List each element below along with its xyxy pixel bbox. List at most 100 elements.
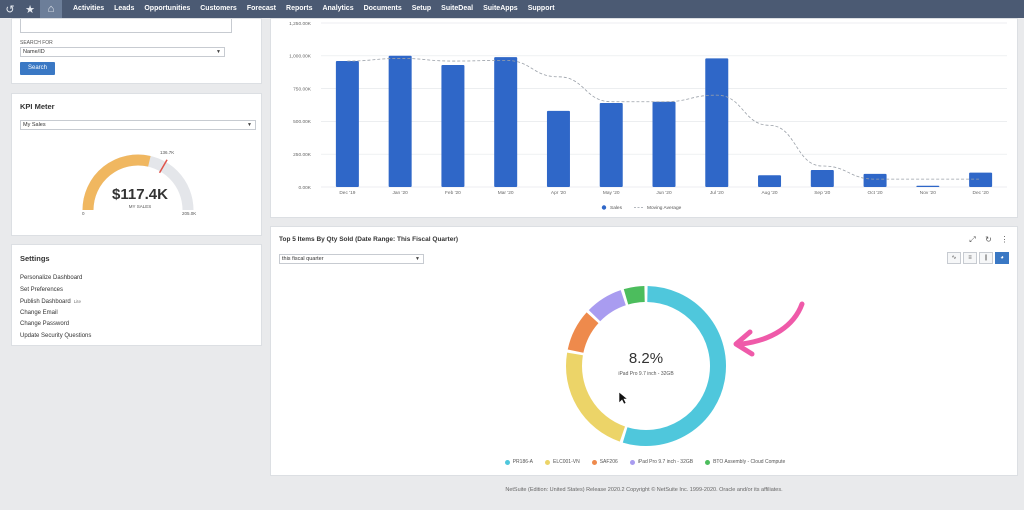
kpi-select[interactable]: My Sales ▼	[20, 120, 256, 130]
refresh-icon[interactable]: ↻	[984, 235, 993, 245]
bar-chart-icon[interactable]: ❙	[979, 252, 993, 264]
nav-item-forecast[interactable]: Forecast	[242, 0, 281, 18]
chevron-down-icon: ▼	[216, 49, 221, 55]
legend-label: SAF206	[599, 459, 618, 465]
settings-link[interactable]: Publish Dashboard Lite	[20, 296, 91, 308]
pink-arrow-annotation-icon	[733, 301, 805, 357]
legend-label: BTO Assembly - Cloud Compute	[713, 459, 786, 465]
y-tick-label: 1,000.00K	[289, 54, 312, 60]
nav-item-reports[interactable]: Reports	[281, 0, 317, 18]
sales-bar[interactable]	[652, 101, 676, 187]
donut-legend-item[interactable]: SAF206	[591, 459, 618, 465]
settings-portlet: Settings Personalize Dashboard Set Prefer…	[11, 244, 262, 346]
legend-dot	[629, 459, 635, 465]
x-tick-label: Dec '20	[973, 190, 989, 196]
donut-slice[interactable]	[623, 286, 645, 305]
search-for-label: SEARCH FOR	[20, 40, 53, 46]
global-search-input[interactable]	[20, 19, 232, 33]
legend-dot	[504, 459, 510, 465]
gauge-value: $117.4K	[112, 186, 168, 203]
legend-label: ELC001-VN	[553, 459, 580, 465]
x-tick-label: May '20	[603, 190, 620, 196]
sales-bar[interactable]	[441, 64, 465, 187]
donut-center-item: iPad Pro 9.7 inch - 32GB	[618, 371, 674, 377]
nav-item-opportunities[interactable]: Opportunities	[139, 0, 195, 18]
x-tick-label: Jul '20	[710, 190, 724, 196]
y-tick-label: 0.00K	[298, 185, 311, 191]
y-tick-label: 500.00K	[293, 119, 312, 125]
more-menu-icon[interactable]: ⋮	[1000, 235, 1009, 245]
chevron-down-icon: ▼	[247, 122, 252, 128]
donut-slice[interactable]	[567, 312, 599, 354]
settings-links: Personalize Dashboard Set Preferences Publ…	[20, 273, 91, 343]
donut-legend-item[interactable]: PR186-A	[504, 459, 533, 465]
x-tick-label: Jan '20	[392, 190, 408, 196]
donut-legend-item[interactable]: iPad Pro 9.7 inch - 32GB	[629, 459, 693, 465]
top5-title: Top 5 Items By Qty Sold (Date Range: Thi…	[279, 236, 459, 243]
sales-bar[interactable]	[863, 173, 887, 187]
settings-link-label: Set Preferences	[20, 286, 64, 293]
legend-ma-label: Moving Average	[647, 205, 682, 211]
settings-link[interactable]: Change Email	[20, 308, 91, 320]
line-chart-icon[interactable]: ∿	[947, 252, 961, 264]
kpi-meter-portlet: KPI Meter My Sales ▼ 136.7K $117.4K MY S…	[11, 93, 262, 236]
sales-bar[interactable]	[758, 175, 782, 187]
star-icon[interactable]: ★	[20, 0, 40, 18]
x-tick-label: Oct '20	[868, 190, 883, 196]
settings-link[interactable]: Personalize Dashboard	[20, 273, 91, 285]
search-portlet: SEARCH FOR Name/ID ▼ Search	[11, 18, 262, 84]
sales-bar[interactable]	[599, 103, 623, 187]
nav-menu: Activities Leads Opportunities Customers For…	[68, 0, 560, 18]
x-tick-label: Aug '20	[761, 190, 777, 196]
date-range-select[interactable]: this fiscal quarter ▼	[279, 254, 424, 264]
nav-item-customers[interactable]: Customers	[195, 0, 242, 18]
nav-item-documents[interactable]: Documents	[359, 0, 407, 18]
settings-link[interactable]: Set Preferences	[20, 285, 91, 297]
search-button[interactable]: Search	[20, 62, 55, 75]
nav-item-analytics[interactable]: Analytics	[317, 0, 358, 18]
sales-bar[interactable]	[546, 110, 570, 187]
sales-bar[interactable]	[969, 172, 993, 187]
top5-items-portlet: Top 5 Items By Qty Sold (Date Range: Thi…	[270, 226, 1018, 476]
settings-link[interactable]: Change Password	[20, 319, 91, 331]
pie-chart-icon[interactable]: ◕	[995, 252, 1009, 264]
nav-item-leads[interactable]: Leads	[109, 0, 139, 18]
donut-legend-item[interactable]: BTO Assembly - Cloud Compute	[705, 459, 785, 465]
search-for-select[interactable]: Name/ID ▼	[20, 47, 225, 57]
home-icon[interactable]: ⌂	[40, 0, 62, 18]
donut-slice[interactable]	[588, 290, 627, 322]
settings-link[interactable]: Update Security Questions	[20, 331, 91, 343]
gauge-max-label: 205.0K	[182, 211, 197, 216]
settings-title: Settings	[20, 254, 50, 263]
x-tick-label: Sep '20	[814, 190, 830, 196]
legend-dot	[545, 459, 551, 465]
sales-bar[interactable]	[335, 61, 359, 187]
sales-bar[interactable]	[494, 57, 518, 187]
chart-type-switcher: ∿ ≡ ❙ ◕	[947, 252, 1009, 264]
gauge-sub-label: MY SALES	[128, 204, 152, 209]
nav-item-suitedeal[interactable]: SuiteDeal	[436, 0, 478, 18]
nav-item-activities[interactable]: Activities	[68, 0, 109, 18]
top-nav: ↺ ★ ⌂ Activities Leads Opportunities Custom…	[0, 0, 1024, 18]
nav-item-support[interactable]: Support	[523, 0, 560, 18]
sales-bar[interactable]	[388, 55, 412, 187]
date-range-value: this fiscal quarter	[282, 256, 324, 262]
sales-bar[interactable]	[705, 58, 729, 188]
expand-icon[interactable]: ⤢	[968, 235, 977, 245]
donut-legend-item[interactable]: ELC001-VN	[545, 459, 580, 465]
settings-link-label: Personalize Dashboard	[20, 275, 83, 281]
horizontal-bar-chart-icon[interactable]: ≡	[963, 252, 977, 264]
mouse-cursor-icon	[618, 391, 628, 405]
sales-bar-chart: 0.00K 250.00K 500.00K 750.00K 1,000.00K 1,250…	[289, 21, 1007, 211]
settings-link-label: Publish Dashboard	[20, 299, 71, 306]
x-tick-label: Nov '20	[920, 190, 936, 196]
gauge-target-label: 136.7K	[160, 150, 175, 155]
settings-link-badge: Lite	[73, 299, 81, 305]
recent-records-icon[interactable]: ↺	[0, 0, 20, 18]
sales-bar[interactable]	[810, 169, 834, 187]
nav-item-setup[interactable]: Setup	[407, 0, 436, 18]
nav-item-suiteapps[interactable]: SuiteApps	[478, 0, 523, 18]
sales-bar[interactable]	[916, 185, 940, 187]
sales-chart-portlet: 0.00K 250.00K 500.00K 750.00K 1,000.00K 1,250…	[270, 18, 1018, 218]
settings-link-label: Change Email	[20, 309, 58, 316]
